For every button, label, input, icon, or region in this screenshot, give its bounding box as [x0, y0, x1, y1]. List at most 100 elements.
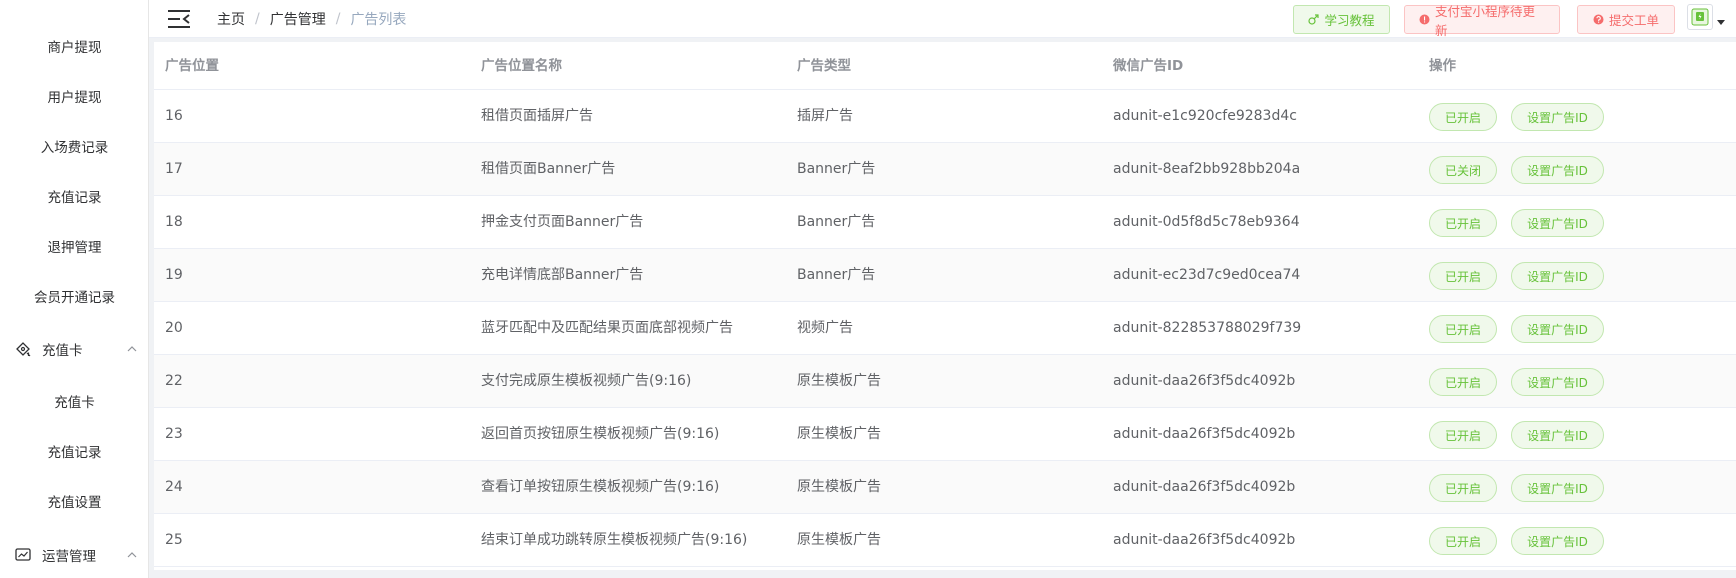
cell-position-name: 结束订单成功跳转原生模板视频广告(9:16): [481, 532, 748, 548]
cell-position-name: 蓝牙匹配中及匹配结果页面底部视频广告: [481, 320, 733, 336]
set-ad-id-button[interactable]: 设置广告ID: [1511, 315, 1604, 343]
column-header-position: 广告位置: [165, 58, 219, 74]
chart-icon: [14, 546, 32, 564]
ticket-icon: [14, 340, 32, 358]
cell-position-name: 押金支付页面Banner广告: [481, 214, 644, 230]
cell-position: 23: [165, 426, 183, 442]
menu-toggle-icon[interactable]: [167, 9, 191, 29]
column-header-wechat-ad-id: 微信广告ID: [1113, 58, 1184, 74]
cell-position-name: 充电详情底部Banner广告: [481, 267, 644, 283]
table-row: 18 押金支付页面Banner广告 Banner广告 adunit-0d5f8d5c7…: [154, 196, 1736, 249]
cell-position: 17: [165, 161, 183, 177]
cell-position-name: 租借页面插屏广告: [481, 108, 593, 124]
sidebar: 商户提现 用户提现 入场费记录 充值记录 退押管理 会员开通记录 充值卡 充值卡…: [0, 0, 149, 578]
status-toggle-button[interactable]: 已开启: [1429, 474, 1497, 502]
status-toggle-button[interactable]: 已开启: [1429, 209, 1497, 237]
top-header: 主页 / 广告管理 / 广告列表 学习教程 支付宝小程序待更新 提交工单: [149, 0, 1736, 38]
cell-wechat-ad-id: adunit-e1c920cfe9283d4c: [1113, 108, 1297, 124]
cell-ad-type: Banner广告: [797, 214, 876, 230]
breadcrumb-ad-management[interactable]: 广告管理: [270, 9, 326, 29]
set-ad-id-button[interactable]: 设置广告ID: [1511, 421, 1604, 449]
sidebar-item-membership-records[interactable]: 会员开通记录: [0, 286, 148, 306]
column-header-position-name: 广告位置名称: [481, 58, 562, 74]
learn-tutorial-button[interactable]: 学习教程: [1293, 5, 1390, 34]
sidebar-item-recharge-records[interactable]: 充值记录: [0, 186, 148, 206]
cell-ad-type: Banner广告: [797, 161, 876, 177]
sidebar-group-label: 运营管理: [42, 549, 96, 565]
cell-position: 18: [165, 214, 183, 230]
sidebar-item-entry-fee-records[interactable]: 入场费记录: [0, 136, 148, 156]
status-toggle-button[interactable]: 已开启: [1429, 315, 1497, 343]
cell-position-name: 租借页面Banner广告: [481, 161, 616, 177]
submit-ticket-button[interactable]: 提交工单: [1577, 5, 1675, 34]
sidebar-item-recharge-settings[interactable]: 充值设置: [0, 491, 148, 511]
sidebar-group-recharge-card[interactable]: 充值卡: [14, 339, 142, 359]
set-ad-id-button[interactable]: 设置广告ID: [1511, 103, 1604, 131]
table-row: 19 充电详情底部Banner广告 Banner广告 adunit-ec23d7c9e…: [154, 249, 1736, 302]
status-toggle-button[interactable]: 已开启: [1429, 103, 1497, 131]
cell-ad-type: 原生模板广告: [797, 373, 881, 389]
cell-wechat-ad-id: adunit-822853788029f739: [1113, 320, 1302, 336]
sidebar-item-card-recharge-records[interactable]: 充值记录: [0, 441, 148, 461]
cell-ad-type: 插屏广告: [797, 108, 853, 124]
cell-position: 22: [165, 373, 183, 389]
sidebar-item-recharge-card[interactable]: 充值卡: [0, 391, 148, 411]
table-header: 广告位置 广告位置名称 广告类型 微信广告ID 操作: [154, 42, 1736, 90]
avatar[interactable]: [1687, 4, 1713, 30]
set-ad-id-button[interactable]: 设置广告ID: [1511, 156, 1604, 184]
column-header-ad-type: 广告类型: [797, 58, 851, 74]
cell-position: 25: [165, 532, 183, 548]
submit-ticket-label: 提交工单: [1608, 13, 1659, 28]
cell-wechat-ad-id: adunit-daa26f3f5dc4092b: [1113, 373, 1296, 389]
set-ad-id-button[interactable]: 设置广告ID: [1511, 209, 1604, 237]
sidebar-group-label: 充值卡: [42, 343, 83, 359]
status-toggle-button[interactable]: 已开启: [1429, 421, 1497, 449]
learn-tutorial-label: 学习教程: [1324, 13, 1375, 28]
chevron-up-icon: [127, 346, 137, 352]
cell-ad-type: 原生模板广告: [797, 479, 881, 495]
male-symbol-icon: [1308, 14, 1320, 25]
question-circle-icon: [1593, 14, 1604, 25]
table-row: 20 蓝牙匹配中及匹配结果页面底部视频广告 视频广告 adunit-822853788…: [154, 302, 1736, 355]
table-row: 17 租借页面Banner广告 Banner广告 adunit-8eaf2bb928b…: [154, 143, 1736, 196]
ad-table: 广告位置 广告位置名称 广告类型 微信广告ID 操作 16 租借页面插屏广告 插屏广…: [154, 42, 1736, 570]
table-row: 23 返回首页按钮原生模板视频广告(9:16) 原生模板广告 adunit-daa26…: [154, 408, 1736, 461]
status-toggle-button[interactable]: 已开启: [1429, 527, 1497, 555]
sidebar-item-merchant-withdraw[interactable]: 商户提现: [0, 36, 148, 56]
set-ad-id-button[interactable]: 设置广告ID: [1511, 368, 1604, 396]
sidebar-item-user-withdraw[interactable]: 用户提现: [0, 86, 148, 106]
breadcrumb-separator: /: [255, 11, 260, 27]
column-header-actions: 操作: [1429, 58, 1456, 74]
breadcrumb-separator: /: [335, 11, 341, 27]
table-row: 24 查看订单按钮原生模板视频广告(9:16) 原生模板广告 adunit-daa26…: [154, 461, 1736, 514]
cell-ad-type: Banner广告: [797, 267, 876, 283]
set-ad-id-button[interactable]: 设置广告ID: [1511, 262, 1604, 290]
cell-wechat-ad-id: adunit-daa26f3f5dc4092b: [1113, 426, 1296, 442]
sidebar-item-deposit-refund[interactable]: 退押管理: [0, 236, 148, 256]
breadcrumb-home[interactable]: 主页: [217, 9, 245, 29]
set-ad-id-button[interactable]: 设置广告ID: [1511, 527, 1604, 555]
cell-position: 20: [165, 320, 183, 336]
table-row: 16 租借页面插屏广告 插屏广告 adunit-e1c920cfe9283d4c 已开启…: [154, 90, 1736, 143]
status-toggle-button[interactable]: 已开启: [1429, 262, 1497, 290]
sidebar-group-operations[interactable]: 运营管理: [14, 545, 142, 565]
cell-wechat-ad-id: adunit-8eaf2bb928bb204a: [1113, 161, 1301, 177]
breadcrumb: 主页 / 广告管理 / 广告列表: [217, 9, 406, 29]
alipay-update-button[interactable]: 支付宝小程序待更新: [1404, 4, 1560, 38]
charging-logo-icon: [1691, 8, 1709, 26]
cell-position: 24: [165, 479, 183, 495]
set-ad-id-button[interactable]: 设置广告ID: [1511, 474, 1604, 502]
alipay-update-label: 支付宝小程序待更新: [1435, 3, 1536, 38]
cell-position-name: 查看订单按钮原生模板视频广告(9:16): [481, 479, 720, 495]
status-toggle-button[interactable]: 已关闭: [1429, 156, 1497, 184]
cell-ad-type: 原生模板广告: [797, 532, 881, 548]
alert-circle-icon: [1419, 14, 1430, 25]
breadcrumb-ad-list: 广告列表: [350, 12, 407, 28]
cell-position: 19: [165, 267, 183, 283]
cell-position: 16: [165, 108, 183, 124]
cell-ad-type: 视频广告: [797, 320, 853, 336]
cell-ad-type: 原生模板广告: [797, 426, 881, 442]
status-toggle-button[interactable]: 已开启: [1429, 368, 1497, 396]
cell-wechat-ad-id: adunit-daa26f3f5dc4092b: [1113, 479, 1296, 495]
avatar-dropdown-caret-icon[interactable]: [1717, 20, 1725, 25]
